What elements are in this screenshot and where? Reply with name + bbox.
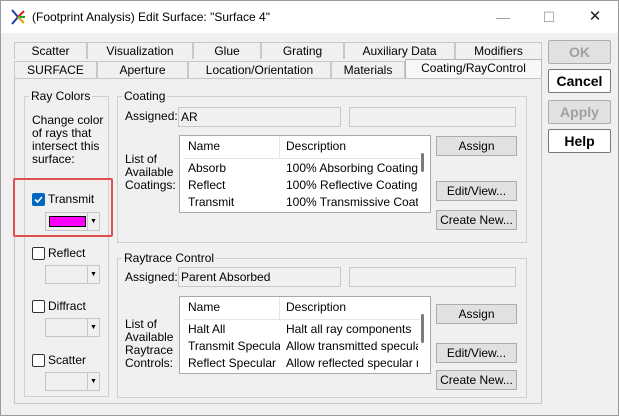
ray-colors-label: Ray Colors (29, 89, 93, 103)
coatings-scrollbar-thumb[interactable] (421, 153, 424, 172)
table-row[interactable]: Reflect Specular Allow reflected specula… (180, 356, 420, 372)
transmit-color-select[interactable]: ▼ (45, 212, 100, 231)
row-description: 100% Reflective Coating (286, 178, 418, 192)
raytrace-assign-button[interactable]: Assign (436, 304, 517, 324)
title-bar: (Footprint Analysis) Edit Surface: "Surf… (1, 1, 618, 33)
table-row[interactable]: Halt All Halt all ray components (180, 322, 420, 338)
raytrace-assigned-extra-field (349, 267, 516, 287)
coating-assign-button[interactable]: Assign (436, 136, 517, 156)
row-name: Halt All (188, 322, 226, 336)
coating-create-new-button[interactable]: Create New... (436, 210, 517, 230)
coating-list-label-3: Coatings: (125, 178, 176, 192)
raytrace-list-label-2: Available (125, 330, 174, 344)
raytrace-create-new-button[interactable]: Create New... (436, 370, 517, 390)
table-row[interactable]: Absorb 100% Absorbing Coating (180, 161, 420, 177)
tab-row-1: Scatter Visualization Glue Grating Auxil… (14, 42, 542, 59)
scatter-color-select[interactable]: ▼ (45, 372, 100, 391)
cancel-button[interactable]: Cancel (548, 69, 611, 93)
close-button[interactable]: ✕ (572, 1, 618, 33)
row-description: 100% Absorbing Coating (286, 161, 418, 175)
chevron-down-icon: ▼ (87, 266, 99, 283)
coating-assigned-label: Assigned: (125, 109, 178, 123)
coating-edit-view-button[interactable]: Edit/View... (436, 181, 517, 201)
raytrace-list-label-3: Raytrace (125, 343, 174, 357)
diffract-color-select[interactable]: ▼ (45, 318, 100, 337)
app-icon (11, 9, 25, 25)
table-row[interactable]: Transmit 100% Transmissive Coating (180, 195, 420, 211)
ray-colors-desc-4: surface: (32, 152, 75, 166)
window-title: (Footprint Analysis) Edit Surface: "Surf… (32, 10, 270, 24)
tab-scatter[interactable]: Scatter (14, 42, 87, 59)
row-description: Allow reflected specular ray (286, 356, 418, 370)
coatings-list[interactable]: Name Description Absorb 100% Absorbing C… (179, 135, 431, 213)
coating-assigned-extra-field (349, 107, 516, 127)
column-header-name[interactable]: Name (188, 297, 220, 319)
raytrace-controls-list[interactable]: Name Description Halt All Halt all ray c… (179, 296, 431, 374)
row-name: Transmit (188, 195, 235, 209)
row-name: Reflect (188, 178, 226, 192)
tab-glue[interactable]: Glue (193, 42, 261, 59)
tab-modifiers[interactable]: Modifiers (455, 42, 542, 59)
tab-surface[interactable]: SURFACE (14, 61, 97, 78)
column-header-description[interactable]: Description (286, 297, 346, 319)
ray-colors-desc-2: of rays that (32, 126, 92, 140)
row-description: 100% Transmissive Coating (286, 195, 418, 209)
transmit-checkbox[interactable] (32, 193, 45, 206)
row-name: Reflect Specular (188, 356, 277, 370)
scatter-label: Scatter (48, 353, 87, 367)
tab-grating[interactable]: Grating (261, 42, 344, 59)
coating-assigned-field: AR (178, 107, 341, 127)
coating-list-label-1: List of (125, 152, 158, 166)
row-description: Allow transmitted specular r (286, 339, 418, 353)
checkmark-icon (34, 196, 43, 204)
ray-colors-desc-1: Change color (32, 113, 104, 127)
tab-auxiliary-data[interactable]: Auxiliary Data (344, 42, 455, 59)
transmit-label: Transmit (48, 192, 95, 206)
chevron-down-icon: ▼ (87, 319, 99, 336)
raytrace-control-label: Raytrace Control (122, 251, 217, 265)
tab-materials[interactable]: Materials (331, 61, 405, 78)
table-row[interactable]: Reflect 100% Reflective Coating (180, 178, 420, 194)
chevron-down-icon: ▼ (87, 213, 99, 230)
chevron-down-icon: ▼ (87, 373, 99, 390)
table-row[interactable]: Transmit Specular Allow transmitted spec… (180, 339, 420, 355)
raytrace-assigned-label: Assigned: (125, 270, 178, 284)
coating-list-label-2: Available (125, 165, 174, 179)
tab-location-orientation[interactable]: Location/Orientation (188, 61, 331, 78)
ray-colors-desc-3: intersect this (32, 139, 100, 153)
transmit-color-swatch (49, 216, 86, 227)
column-header-description[interactable]: Description (286, 136, 346, 158)
raytrace-assigned-field: Parent Absorbed (178, 267, 341, 287)
help-button[interactable]: Help (548, 129, 611, 153)
edit-surface-dialog: (Footprint Analysis) Edit Surface: "Surf… (0, 0, 619, 416)
tab-visualization[interactable]: Visualization (87, 42, 193, 59)
minimize-button[interactable]: — (480, 1, 526, 33)
coating-label: Coating (122, 89, 168, 103)
diffract-label: Diffract (48, 299, 86, 313)
raytrace-list-label-4: Controls: (125, 356, 174, 370)
reflect-checkbox[interactable] (32, 247, 45, 260)
row-description: Halt all ray components (286, 322, 412, 336)
raytrace-edit-view-button[interactable]: Edit/View... (436, 343, 517, 363)
tab-aperture[interactable]: Aperture (97, 61, 188, 78)
raytrace-list-label-1: List of (125, 317, 158, 331)
column-header-name[interactable]: Name (188, 136, 220, 158)
ok-button[interactable]: OK (548, 40, 611, 64)
apply-button[interactable]: Apply (548, 100, 611, 124)
scatter-checkbox[interactable] (32, 354, 45, 367)
reflect-color-select[interactable]: ▼ (45, 265, 100, 284)
diffract-checkbox[interactable] (32, 300, 45, 313)
maximize-button[interactable]: ☐ (526, 1, 572, 33)
tab-row-2: SURFACE Aperture Location/Orientation Ma… (14, 59, 542, 79)
raytrace-scrollbar-thumb[interactable] (421, 314, 424, 343)
tab-coating-raycontrol[interactable]: Coating/RayControl (405, 59, 542, 79)
reflect-label: Reflect (48, 246, 86, 260)
row-name: Absorb (188, 161, 227, 175)
row-name: Transmit Specular (188, 339, 280, 353)
